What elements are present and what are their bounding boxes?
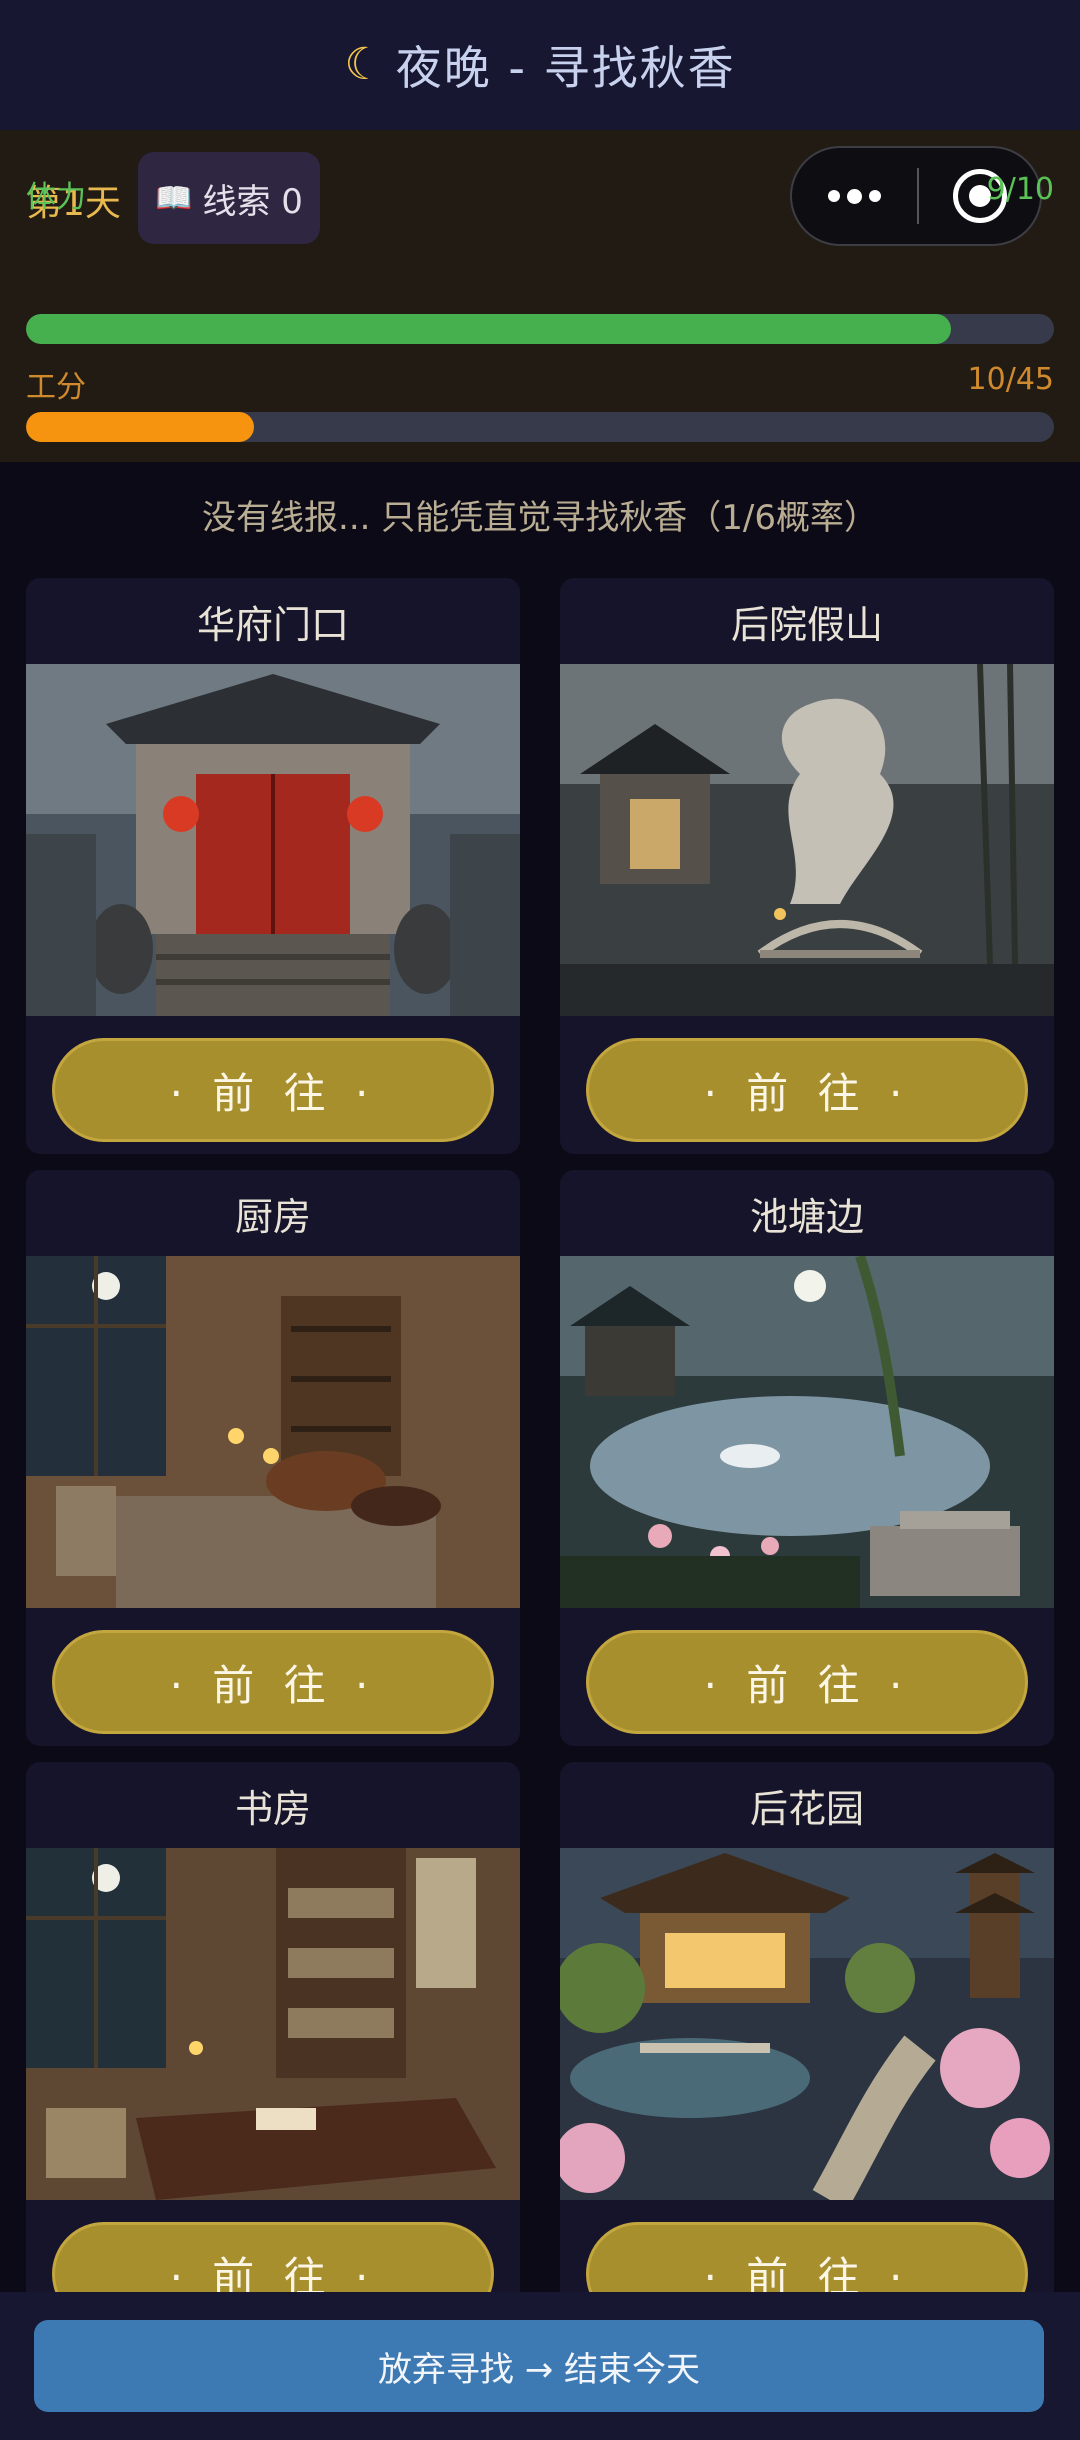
more-dots-icon[interactable]	[792, 148, 917, 244]
page-title: 夜晚 - 寻找秋香	[395, 41, 736, 95]
garden-scene-image	[560, 1848, 1054, 2200]
pond-scene-image	[560, 1256, 1054, 1608]
stamina-bar-fill	[26, 314, 952, 344]
work-value: 10/45	[967, 362, 1054, 397]
location-name: 池塘边	[749, 1194, 864, 1239]
study-scene-image	[26, 1848, 520, 2200]
book-icon: 📖	[155, 180, 193, 216]
bottom-bar: 放弃寻找 → 结束今天	[0, 2292, 1080, 2440]
location-name: 书房	[234, 1786, 311, 1831]
location-card: 池塘边 · 前 往 ·	[560, 1170, 1054, 1746]
stamina-value: 9/10	[986, 172, 1054, 207]
location-name: 后院假山	[730, 602, 883, 647]
location-name: 后花园	[749, 1786, 864, 1831]
go-button[interactable]: · 前 往 ·	[586, 1630, 1028, 1734]
location-name: 华府门口	[196, 602, 349, 647]
location-card: 后院假山 · 前 往 ·	[560, 578, 1054, 1154]
location-card: 书房 · 前 往 ·	[26, 1762, 520, 2338]
hint-text: 没有线报... 只能凭直觉寻找秋香（1/6概率）	[202, 498, 878, 538]
clue-badge[interactable]: 📖 线索 0	[138, 152, 320, 244]
page: ☾ 夜晚 - 寻找秋香 第1天 📖 线索 0 体力 9/10 工分 10/45 …	[0, 0, 1080, 2440]
location-card: 后花园 · 前 往 ·	[560, 1762, 1054, 2338]
stamina-label: 体力	[26, 180, 86, 215]
go-button[interactable]: · 前 往 ·	[52, 1038, 494, 1142]
go-button[interactable]: · 前 往 ·	[52, 1630, 494, 1734]
title-bar: ☾ 夜晚 - 寻找秋香	[0, 0, 1080, 130]
rockery-scene-image	[560, 664, 1054, 1016]
go-button[interactable]: · 前 往 ·	[586, 1038, 1028, 1142]
stamina-bar	[26, 314, 1054, 344]
work-bar-fill	[26, 412, 255, 442]
work-bar	[26, 412, 1054, 442]
gate-scene-image	[26, 664, 520, 1016]
crescent-moon-icon: ☾	[344, 39, 384, 90]
location-name: 厨房	[234, 1194, 311, 1239]
kitchen-scene-image	[26, 1256, 520, 1608]
clue-count: 线索 0	[202, 181, 303, 222]
status-panel: 第1天 📖 线索 0 体力 9/10 工分 10/45	[0, 130, 1080, 462]
location-card: 厨房 · 前 往 ·	[26, 1170, 520, 1746]
work-label: 工分	[26, 370, 86, 405]
quit-search-button[interactable]: 放弃寻找 → 结束今天	[34, 2320, 1044, 2412]
location-card: 华府门口 · 前 往 ·	[26, 578, 520, 1154]
